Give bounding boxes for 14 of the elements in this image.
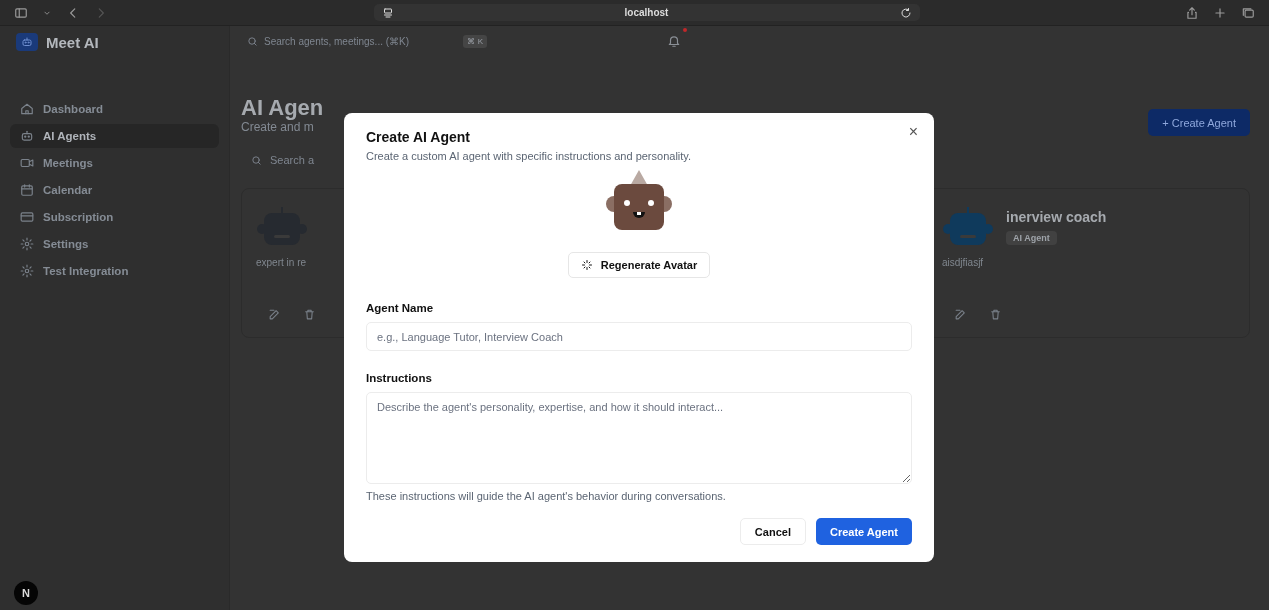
agent-description: expert in re: [256, 257, 308, 268]
url-text: localhost: [623, 7, 670, 18]
agent-name: inerview coach: [1006, 209, 1107, 225]
page-title: AI Agen: [241, 96, 324, 121]
dialog-description: Create a custom AI agent with specific instructions and personality.: [366, 150, 693, 162]
page-subtitle: Create and m: [241, 120, 315, 135]
field-hint: These instructions will guide the AI agent's behavior during conversations.: [366, 490, 727, 502]
app-name: Meet AI: [46, 33, 99, 51]
agent-tag: AI Agent: [1006, 231, 1057, 245]
dialog-title: Create AI Agent: [366, 129, 471, 145]
field-label: Instructions: [366, 372, 433, 384]
shortcut-key: ⌘ K: [463, 34, 487, 48]
field-label: Agent Name: [366, 302, 435, 314]
agent-description: aisdjfiasjf: [942, 257, 985, 268]
